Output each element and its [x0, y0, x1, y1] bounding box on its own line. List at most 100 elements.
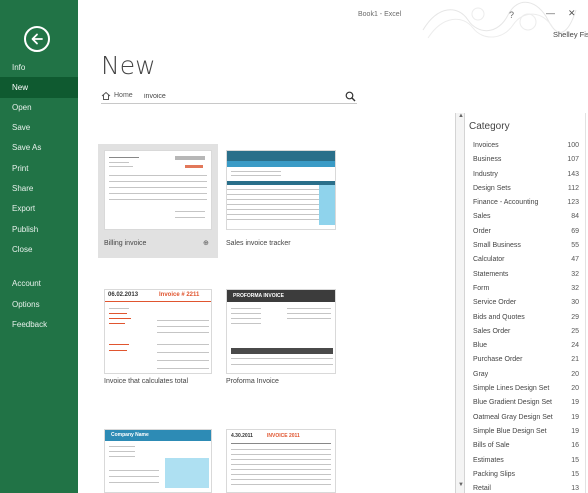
category-item[interactable]: Industry 143 [473, 171, 579, 185]
category-item[interactable]: Bills of Sale 16 [473, 442, 579, 456]
category-name: Blue Gradient Design Set [473, 399, 552, 407]
category-item[interactable]: Business 107 [473, 156, 579, 170]
category-item[interactable]: Order 69 [473, 228, 579, 242]
category-count: 112 [567, 184, 579, 192]
sidebar-item-close[interactable]: Close [0, 239, 78, 260]
category-item[interactable]: Gray 20 [473, 371, 579, 385]
sidebar-item-new[interactable]: New [0, 77, 78, 98]
category-name: Bills of Sale [473, 442, 510, 450]
template-search-bar: Home [101, 90, 357, 104]
category-item[interactable]: Bids and Quotes 29 [473, 314, 579, 328]
category-item[interactable]: Design Sets 112 [473, 185, 579, 199]
sidebar-item-share[interactable]: Share [0, 178, 78, 199]
category-count: 16 [571, 442, 579, 450]
window-title: Book1 - Excel [358, 11, 402, 18]
category-item[interactable]: Purchase Order 21 [473, 356, 579, 370]
account-user-name[interactable]: Shelley Fishel [553, 30, 588, 39]
category-list: Invoices 100 Business 107 Industry 143 Design … [473, 142, 579, 493]
help-icon[interactable]: ? [509, 10, 514, 20]
sidebar-item-options[interactable]: Options [0, 294, 78, 315]
page-title: New [101, 51, 156, 80]
category-item[interactable]: Calculator 47 [473, 256, 579, 270]
sidebar-item-info[interactable]: Info [0, 57, 78, 78]
category-count: 20 [571, 385, 579, 393]
search-icon[interactable] [345, 91, 356, 102]
category-name: Statements [473, 270, 509, 278]
category-item[interactable]: Simple Blue Design Set 19 [473, 428, 579, 442]
home-icon[interactable] [101, 91, 111, 101]
category-count: 143 [567, 170, 579, 178]
sidebar-item-export[interactable]: Export [0, 198, 78, 219]
template-label: Proforma Invoice [226, 378, 279, 385]
home-link[interactable]: Home [114, 92, 133, 99]
template-thumbnail [226, 150, 336, 230]
category-item[interactable]: Sales Order 25 [473, 328, 579, 342]
close-icon[interactable]: ✕ [568, 8, 576, 19]
sidebar-item-save-as[interactable]: Save As [0, 137, 78, 158]
template-label: Sales invoice tracker [226, 240, 291, 247]
category-name: Order [473, 227, 491, 235]
scroll-down-icon[interactable]: ▼ [457, 482, 465, 491]
template-thumbnail: PROFORMA INVOICE [226, 289, 336, 374]
sidebar-item-open[interactable]: Open [0, 97, 78, 118]
category-name: Form [473, 284, 490, 292]
category-count: 107 [567, 156, 579, 164]
scroll-up-icon[interactable]: ▲ [457, 113, 465, 122]
category-name: Blue [473, 342, 488, 350]
category-item[interactable]: Simple Lines Design Set 20 [473, 385, 579, 399]
category-name: Packing Slips [473, 470, 516, 478]
category-name: Gray [473, 370, 489, 378]
template-thumbnail: 06.02.2013 Invoice # 2211 [104, 289, 212, 374]
category-count: 32 [571, 284, 579, 292]
category-count: 15 [571, 470, 579, 478]
category-name: Bids and Quotes [473, 313, 525, 321]
category-name: Estimates [473, 456, 504, 464]
pin-icon[interactable]: ⊕ [203, 239, 209, 247]
category-item[interactable]: Oatmeal Gray Design Set 19 [473, 414, 579, 428]
category-item[interactable]: Finance - Accounting 123 [473, 199, 579, 213]
category-item[interactable]: Retail 13 [473, 485, 579, 493]
category-item[interactable]: Form 32 [473, 285, 579, 299]
category-count: 47 [571, 256, 579, 264]
category-item[interactable]: Blue Gradient Design Set 19 [473, 399, 579, 413]
category-item[interactable]: Invoices 100 [473, 142, 579, 156]
category-item[interactable]: Sales 84 [473, 213, 579, 227]
category-item[interactable]: Small Business 55 [473, 242, 579, 256]
category-name: Small Business [473, 242, 521, 250]
excel-backstage: Info New Open Save Save As Print Share E… [0, 0, 588, 493]
category-item[interactable]: Service Order 30 [473, 299, 579, 313]
category-item[interactable]: Estimates 15 [473, 457, 579, 471]
category-item[interactable]: Blue 24 [473, 342, 579, 356]
template-label: Billing invoice [104, 240, 147, 247]
search-input[interactable] [144, 90, 339, 103]
sidebar-item-publish[interactable]: Publish [0, 219, 78, 240]
thumb-date: 4.30.2011 [231, 433, 253, 439]
category-name: Sales [473, 213, 491, 221]
category-name: Sales Order [473, 327, 511, 335]
sidebar-item-print[interactable]: Print [0, 158, 78, 179]
category-name: Service Order [473, 299, 517, 307]
sidebar-item-feedback[interactable]: Feedback [0, 314, 78, 335]
category-name: Business [473, 156, 502, 164]
back-button[interactable] [24, 26, 50, 52]
category-name: Retail [473, 485, 491, 493]
title-bar: Book1 - Excel ? — ✕ Shelley Fishel [78, 0, 588, 42]
category-count: 69 [571, 227, 579, 235]
sidebar-item-save[interactable]: Save [0, 117, 78, 138]
category-count: 19 [571, 427, 579, 435]
category-name: Simple Lines Design Set [473, 385, 550, 393]
thumb-heading: Company Name [111, 432, 149, 438]
category-count: 84 [571, 213, 579, 221]
category-count: 55 [571, 242, 579, 250]
category-name: Simple Blue Design Set [473, 427, 547, 435]
category-count: 20 [571, 370, 579, 378]
minimize-icon[interactable]: — [546, 8, 555, 18]
template-thumbnail: Company Name [104, 429, 212, 493]
category-count: 13 [571, 485, 579, 493]
category-item[interactable]: Statements 32 [473, 271, 579, 285]
category-count: 100 [567, 142, 579, 149]
category-count: 32 [571, 270, 579, 278]
category-scrollbar[interactable]: ▲ ▼ [455, 113, 465, 493]
sidebar-item-account[interactable]: Account [0, 273, 78, 294]
category-item[interactable]: Packing Slips 15 [473, 471, 579, 485]
